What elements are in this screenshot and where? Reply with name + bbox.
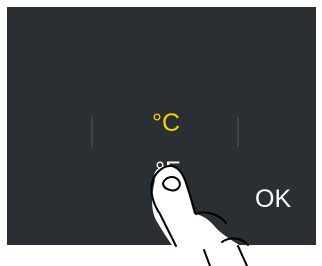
left-divider bbox=[91, 117, 93, 147]
fahrenheit-option[interactable]: °F bbox=[155, 159, 180, 184]
settings-screen: °C °F OK bbox=[7, 7, 316, 245]
right-divider bbox=[237, 117, 239, 147]
ok-button[interactable]: OK bbox=[255, 187, 291, 212]
celsius-option[interactable]: °C bbox=[152, 111, 180, 136]
